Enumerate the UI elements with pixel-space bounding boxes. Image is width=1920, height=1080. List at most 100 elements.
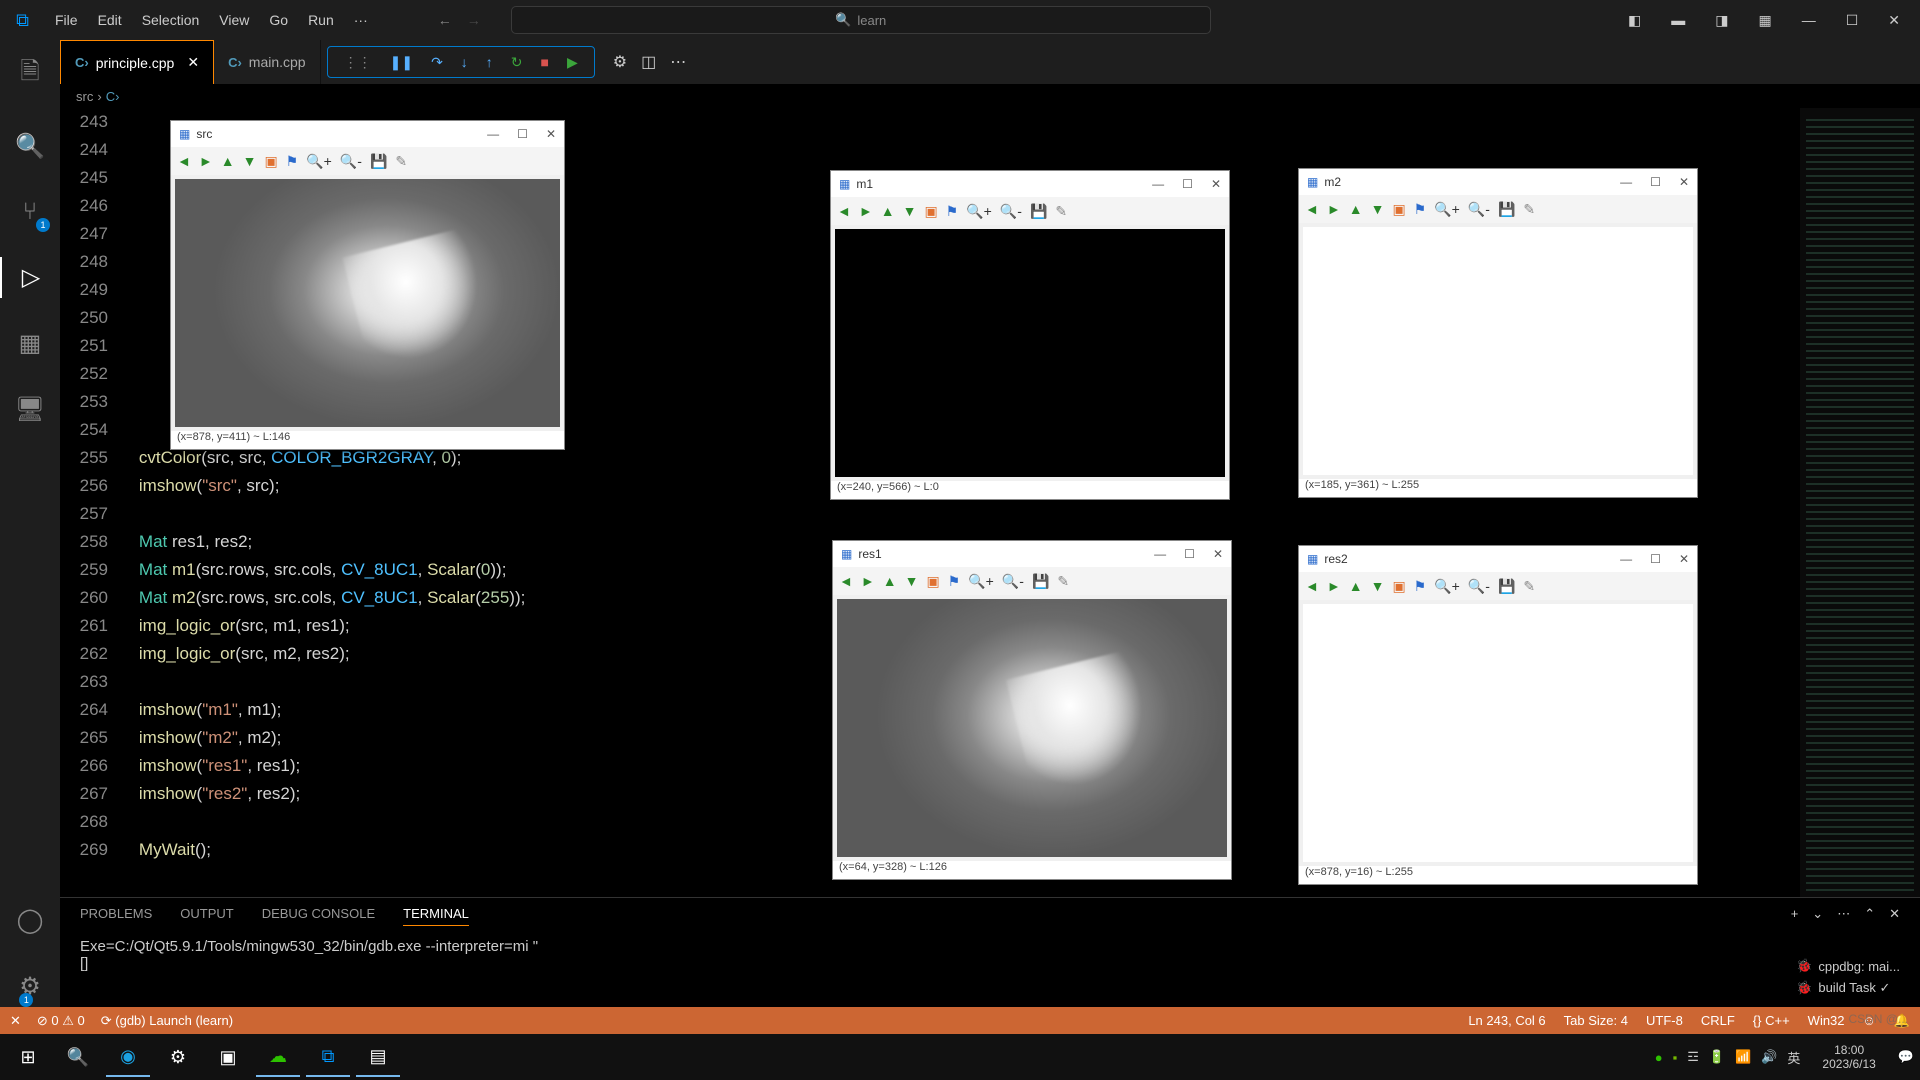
img-zoom-in-icon[interactable]: 🔍+ [968, 573, 994, 590]
status-encoding[interactable]: UTF-8 [1646, 1013, 1683, 1029]
breadcrumb-seg[interactable]: src [76, 89, 93, 104]
img-brush-icon[interactable]: ✎ [1057, 573, 1069, 590]
img-save-icon[interactable]: 💾 [1030, 203, 1047, 220]
taskbar-terminal-icon[interactable]: ▣ [206, 1037, 250, 1077]
status-remote-icon[interactable]: ✕ [10, 1013, 21, 1029]
img-fit-icon[interactable]: ▣ [926, 573, 939, 590]
panel-tab-problems[interactable]: PROBLEMS [80, 906, 152, 926]
status-tabsize[interactable]: Tab Size: 4 [1564, 1013, 1628, 1029]
search-icon[interactable]: 🔍 [0, 126, 60, 167]
terminal-dropdown-icon[interactable]: ⌄ [1812, 906, 1823, 926]
explorer-icon[interactable]: 🗎 [0, 48, 60, 101]
image-window-res2[interactable]: ▦ res2 —☐✕ ◄►▲▼▣⚑🔍+🔍-💾✎ (x=878, y=16) ~ … [1298, 545, 1698, 885]
debug-restart-icon[interactable]: ↻ [511, 54, 523, 71]
img-next-icon[interactable]: ► [1327, 201, 1341, 217]
img-up-icon[interactable]: ▲ [1349, 578, 1363, 594]
img-fit-icon[interactable]: ▣ [1392, 578, 1405, 595]
img-zoom-in-icon[interactable]: 🔍+ [1434, 201, 1460, 218]
window-minimize-icon[interactable]: — [1792, 6, 1826, 35]
img-prev-icon[interactable]: ◄ [1305, 578, 1319, 594]
img-window-titlebar[interactable]: ▦ res2 —☐✕ [1299, 546, 1697, 572]
menu-edit[interactable]: Edit [88, 6, 132, 34]
img-down-icon[interactable]: ▼ [1371, 578, 1385, 594]
menu-selection[interactable]: Selection [132, 6, 210, 34]
command-center[interactable]: 🔍 learn [511, 6, 1211, 34]
breadcrumb[interactable]: src › C› [60, 84, 1920, 108]
taskbar-wechat-icon[interactable]: ☁ [256, 1037, 300, 1077]
img-zoom-in-icon[interactable]: 🔍+ [966, 203, 992, 220]
window-minimize-icon[interactable]: — [1154, 547, 1166, 561]
window-close-icon[interactable]: ✕ [1211, 177, 1221, 191]
image-window-src[interactable]: ▦ src —☐✕ ◄►▲▼▣⚑🔍+🔍-💾✎ (x=878, y=411) ~ … [170, 120, 565, 450]
img-down-icon[interactable]: ▼ [1371, 201, 1385, 217]
image-window-m1[interactable]: ▦ m1 —☐✕ ◄►▲▼▣⚑🔍+🔍-💾✎ (x=240, y=566) ~ L… [830, 170, 1230, 500]
window-maximize-icon[interactable]: ☐ [1182, 177, 1193, 191]
debug-step-over-icon[interactable]: ↷ [431, 54, 443, 71]
img-fit-icon[interactable]: ▣ [264, 153, 277, 170]
taskbar-search-icon[interactable]: 🔍 [56, 1037, 100, 1077]
taskbar-edge-icon[interactable]: ◉ [106, 1037, 150, 1077]
layout-panel-icon[interactable]: ▬ [1661, 6, 1695, 35]
window-maximize-icon[interactable]: ☐ [1650, 175, 1661, 189]
window-minimize-icon[interactable]: — [1620, 175, 1632, 189]
layout-customize-icon[interactable]: ▦ [1748, 6, 1781, 35]
terminal-split-icon[interactable]: ⋯ [1837, 906, 1850, 926]
tab-main-cpp[interactable]: C›main.cpp [214, 40, 321, 84]
debug-step-out-icon[interactable]: ↑ [486, 54, 493, 70]
run-debug-icon[interactable]: ▷ [0, 257, 60, 298]
menu-go[interactable]: Go [259, 6, 298, 34]
img-zoom-out-icon[interactable]: 🔍- [1000, 203, 1022, 220]
minimap[interactable] [1800, 108, 1920, 897]
debug-stop-icon[interactable]: ■ [541, 54, 549, 70]
window-close-icon[interactable]: ✕ [1878, 6, 1910, 35]
img-canvas[interactable] [175, 179, 560, 427]
img-prev-icon[interactable]: ◄ [839, 573, 853, 589]
img-next-icon[interactable]: ► [1327, 578, 1341, 594]
img-save-icon[interactable]: 💾 [370, 153, 387, 170]
run-settings-icon[interactable]: ⚙ [613, 52, 627, 72]
panel-close-icon[interactable]: ✕ [1889, 906, 1900, 926]
tray-notifications-icon[interactable]: 💬 [1898, 1049, 1914, 1065]
source-control-icon[interactable]: ⑂1 [0, 192, 60, 232]
img-next-icon[interactable]: ► [861, 573, 875, 589]
image-window-res1[interactable]: ▦ res1 —☐✕ ◄►▲▼▣⚑🔍+🔍-💾✎ (x=64, y=328) ~ … [832, 540, 1232, 880]
window-minimize-icon[interactable]: — [1620, 552, 1632, 566]
tray-icon[interactable]: ☲ [1687, 1049, 1699, 1065]
img-window-titlebar[interactable]: ▦ res1 —☐✕ [833, 541, 1231, 567]
window-maximize-icon[interactable]: ☐ [1184, 547, 1195, 561]
img-prev-icon[interactable]: ◄ [837, 203, 851, 219]
layout-sidebar-right-icon[interactable]: ◨ [1705, 6, 1738, 35]
debug-step-into-icon[interactable]: ↓ [461, 54, 468, 70]
img-zoom-in-icon[interactable]: 🔍+ [306, 153, 332, 170]
window-close-icon[interactable]: ✕ [1679, 175, 1689, 189]
tab-close-icon[interactable]: ✕ [187, 54, 199, 71]
menu-···[interactable]: ··· [344, 6, 378, 34]
window-close-icon[interactable]: ✕ [1213, 547, 1223, 561]
more-actions-icon[interactable]: ⋯ [670, 52, 686, 72]
img-save-icon[interactable]: 💾 [1498, 201, 1515, 218]
img-zoom-out-icon[interactable]: 🔍- [1468, 578, 1490, 595]
img-brush-icon[interactable]: ✎ [1055, 203, 1067, 220]
panel-maximize-icon[interactable]: ⌃ [1864, 906, 1875, 926]
img-fit-icon[interactable]: ▣ [924, 203, 937, 220]
img-flag-icon[interactable]: ⚑ [286, 153, 299, 170]
img-zoom-in-icon[interactable]: 🔍+ [1434, 578, 1460, 595]
img-prev-icon[interactable]: ◄ [177, 153, 191, 169]
window-close-icon[interactable]: ✕ [546, 127, 556, 141]
img-up-icon[interactable]: ▲ [1349, 201, 1363, 217]
window-maximize-icon[interactable]: ☐ [517, 127, 528, 141]
img-brush-icon[interactable]: ✎ [1523, 201, 1535, 218]
status-eol[interactable]: CRLF [1701, 1013, 1735, 1029]
terminal-new-icon[interactable]: + [1791, 906, 1799, 926]
img-flag-icon[interactable]: ⚑ [1414, 201, 1427, 218]
status-platform[interactable]: Win32 [1808, 1013, 1845, 1029]
menu-run[interactable]: Run [298, 6, 344, 34]
drag-handle-icon[interactable]: ⋮⋮ [344, 54, 372, 71]
img-window-titlebar[interactable]: ▦ src —☐✕ [171, 121, 564, 147]
taskbar-vscode-icon[interactable]: ⧉ [306, 1037, 350, 1077]
img-save-icon[interactable]: 💾 [1498, 578, 1515, 595]
taskbar-settings-icon[interactable]: ⚙ [156, 1037, 200, 1077]
img-up-icon[interactable]: ▲ [881, 203, 895, 219]
window-minimize-icon[interactable]: — [487, 127, 499, 141]
img-flag-icon[interactable]: ⚑ [946, 203, 959, 220]
